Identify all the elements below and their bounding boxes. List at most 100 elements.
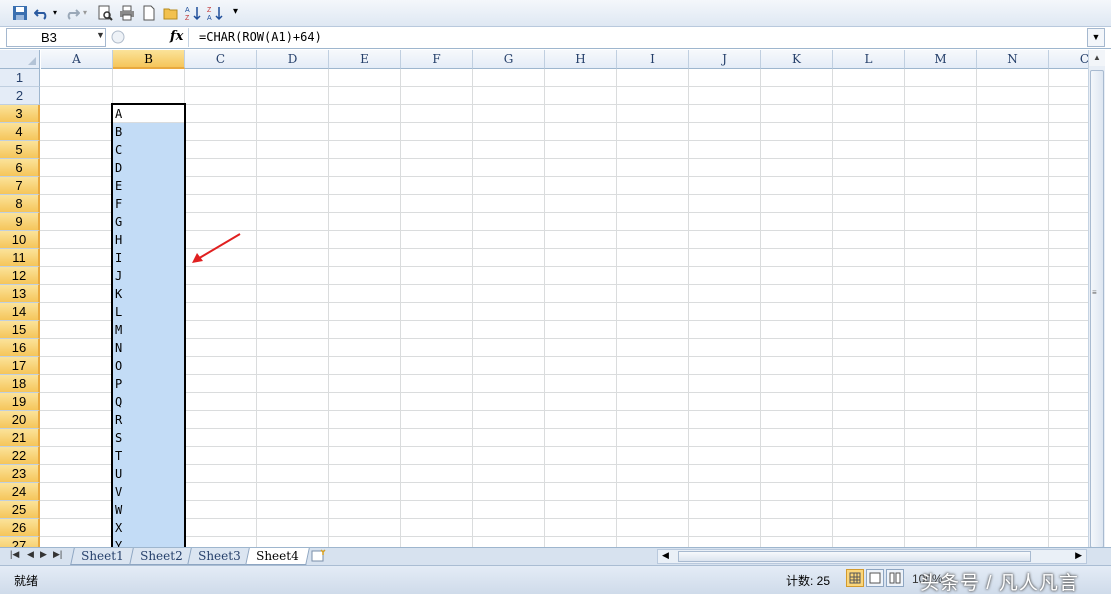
sort-ascending-icon[interactable]: AZ bbox=[185, 5, 201, 21]
cell-b20[interactable]: R bbox=[113, 411, 184, 429]
row-header-2[interactable]: 2 bbox=[0, 87, 40, 105]
name-box[interactable]: B3 bbox=[6, 28, 106, 47]
column-header-b[interactable]: B bbox=[113, 50, 185, 69]
column-header-d[interactable]: D bbox=[257, 50, 329, 69]
cell-b17[interactable]: O bbox=[113, 357, 184, 375]
name-box-dropdown-icon[interactable]: ▼ bbox=[96, 30, 105, 40]
row-header-1[interactable]: 1 bbox=[0, 69, 40, 87]
sort-descending-icon[interactable]: ZA bbox=[207, 5, 223, 21]
row-header-5[interactable]: 5 bbox=[0, 141, 40, 159]
redo-icon[interactable] bbox=[64, 5, 80, 21]
page-break-view-button[interactable] bbox=[886, 569, 904, 587]
cell-b13[interactable]: K bbox=[113, 285, 184, 303]
insert-function-icon[interactable]: fx bbox=[170, 29, 183, 44]
column-header-c[interactable]: C bbox=[185, 50, 257, 69]
cell-b5[interactable]: C bbox=[113, 141, 184, 159]
page-layout-view-button[interactable] bbox=[866, 569, 884, 587]
row-header-7[interactable]: 7 bbox=[0, 177, 40, 195]
row-header-10[interactable]: 10 bbox=[0, 231, 40, 249]
row-header-16[interactable]: 16 bbox=[0, 339, 40, 357]
row-header-3[interactable]: 3 bbox=[0, 105, 40, 123]
cell-b18[interactable]: P bbox=[113, 375, 184, 393]
row-header-19[interactable]: 19 bbox=[0, 393, 40, 411]
column-header-m[interactable]: M bbox=[905, 50, 977, 69]
column-header-n[interactable]: N bbox=[977, 50, 1049, 69]
row-header-26[interactable]: 26 bbox=[0, 519, 40, 537]
column-header-i[interactable]: I bbox=[617, 50, 689, 69]
cell-b14[interactable]: L bbox=[113, 303, 184, 321]
row-header-8[interactable]: 8 bbox=[0, 195, 40, 213]
last-sheet-icon[interactable]: ▶| bbox=[53, 549, 62, 560]
cell-b11[interactable]: I bbox=[113, 249, 184, 267]
scroll-up-icon[interactable]: ▲ bbox=[1089, 50, 1105, 66]
vertical-scrollbar[interactable]: ▲ ≡ bbox=[1088, 50, 1105, 548]
row-header-12[interactable]: 12 bbox=[0, 267, 40, 285]
row-header-25[interactable]: 25 bbox=[0, 501, 40, 519]
column-header-f[interactable]: F bbox=[401, 50, 473, 69]
sheet-tab-sheet4[interactable]: Sheet4 bbox=[245, 548, 310, 565]
cell-b10[interactable]: H bbox=[113, 231, 184, 249]
select-all-corner[interactable] bbox=[0, 50, 40, 69]
row-header-6[interactable]: 6 bbox=[0, 159, 40, 177]
print-icon[interactable] bbox=[119, 5, 135, 21]
new-document-icon[interactable] bbox=[141, 5, 157, 21]
row-header-22[interactable]: 22 bbox=[0, 447, 40, 465]
sheet-tab-sheet3[interactable]: Sheet3 bbox=[187, 548, 252, 565]
cell-b23[interactable]: U bbox=[113, 465, 184, 483]
row-header-15[interactable]: 15 bbox=[0, 321, 40, 339]
sheet-tab-sheet2[interactable]: Sheet2 bbox=[129, 548, 194, 565]
row-header-4[interactable]: 4 bbox=[0, 123, 40, 141]
column-header-e[interactable]: E bbox=[329, 50, 401, 69]
cancel-entry-icon[interactable] bbox=[110, 29, 126, 45]
cell-b9[interactable]: G bbox=[113, 213, 184, 231]
expand-formula-bar-icon[interactable]: ▼ bbox=[1087, 28, 1105, 47]
redo-dropdown-icon[interactable]: ▾ bbox=[83, 8, 87, 17]
row-header-9[interactable]: 9 bbox=[0, 213, 40, 231]
cell-b3[interactable]: A bbox=[113, 105, 184, 123]
cell-b4[interactable]: B bbox=[113, 123, 184, 141]
row-header-13[interactable]: 13 bbox=[0, 285, 40, 303]
next-sheet-icon[interactable]: ▶ bbox=[40, 549, 47, 560]
row-header-20[interactable]: 20 bbox=[0, 411, 40, 429]
cell-b8[interactable]: F bbox=[113, 195, 184, 213]
customize-toolbar-icon[interactable]: ▾ bbox=[233, 6, 238, 17]
cell-b16[interactable]: N bbox=[113, 339, 184, 357]
row-header-21[interactable]: 21 bbox=[0, 429, 40, 447]
cell-b26[interactable]: X bbox=[113, 519, 184, 537]
column-header-l[interactable]: L bbox=[833, 50, 905, 69]
cell-b19[interactable]: Q bbox=[113, 393, 184, 411]
row-header-18[interactable]: 18 bbox=[0, 375, 40, 393]
column-header-g[interactable]: G bbox=[473, 50, 545, 69]
formula-input[interactable]: =CHAR(ROW(A1)+64) bbox=[188, 28, 1088, 47]
open-folder-icon[interactable] bbox=[163, 5, 179, 21]
undo-icon[interactable] bbox=[34, 5, 50, 21]
scroll-right-icon[interactable]: ▶ bbox=[1075, 550, 1082, 561]
prev-sheet-icon[interactable]: ◀ bbox=[27, 549, 34, 560]
column-header-c[interactable]: C bbox=[1049, 50, 1088, 69]
cell-b7[interactable]: E bbox=[113, 177, 184, 195]
column-header-h[interactable]: H bbox=[545, 50, 617, 69]
row-header-24[interactable]: 24 bbox=[0, 483, 40, 501]
cell-b12[interactable]: J bbox=[113, 267, 184, 285]
horizontal-scrollbar[interactable]: ◀ ▶ bbox=[657, 549, 1087, 564]
horizontal-scroll-thumb[interactable] bbox=[678, 551, 1031, 562]
save-icon[interactable] bbox=[12, 5, 28, 21]
row-header-17[interactable]: 17 bbox=[0, 357, 40, 375]
column-header-a[interactable]: A bbox=[41, 50, 113, 69]
vertical-scroll-thumb[interactable] bbox=[1090, 70, 1104, 548]
row-header-23[interactable]: 23 bbox=[0, 465, 40, 483]
cell-b15[interactable]: M bbox=[113, 321, 184, 339]
first-sheet-icon[interactable]: |◀ bbox=[10, 549, 19, 560]
cell-b25[interactable]: W bbox=[113, 501, 184, 519]
row-header-14[interactable]: 14 bbox=[0, 303, 40, 321]
cell-b21[interactable]: S bbox=[113, 429, 184, 447]
row-header-11[interactable]: 11 bbox=[0, 249, 40, 267]
cell-b24[interactable]: V bbox=[113, 483, 184, 501]
cell-b6[interactable]: D bbox=[113, 159, 184, 177]
undo-dropdown-icon[interactable]: ▾ bbox=[53, 8, 57, 17]
row-header-27[interactable]: 27 bbox=[0, 537, 40, 547]
column-header-k[interactable]: K bbox=[761, 50, 833, 69]
cell-b22[interactable]: T bbox=[113, 447, 184, 465]
scroll-left-icon[interactable]: ◀ bbox=[662, 550, 669, 561]
normal-view-button[interactable] bbox=[846, 569, 864, 587]
